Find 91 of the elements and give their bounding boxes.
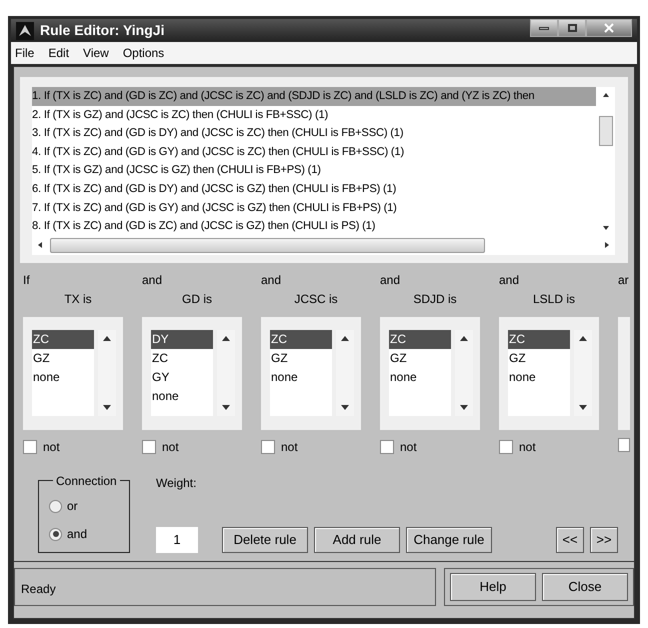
menu-item[interactable]: Edit [48, 44, 70, 62]
rule-item[interactable]: 1. If (TX is ZC) and (GD is ZC) and (JCSC is ZC) and (SDJD is ZC) and (LSLD is ZC) and (YZ is ZC) then [32, 87, 596, 106]
scroll-down-icon[interactable] [460, 404, 468, 410]
variable-label: SDJD is [413, 290, 457, 307]
list-option[interactable]: ZC [389, 330, 451, 349]
app-logo-icon [16, 22, 34, 40]
connector-label: If [23, 272, 30, 287]
scroll-up-icon[interactable] [602, 93, 608, 97]
connector-label: and [499, 272, 520, 287]
list-option[interactable]: ZC [508, 330, 570, 349]
scroll-up-icon[interactable] [222, 336, 230, 341]
checkbox-label: not [281, 438, 298, 456]
list-option[interactable]: GZ [270, 348, 332, 368]
rule-item[interactable]: 7. If (TX is ZC) and (GD is GY) and (JCSC is GZ) then (CHULI is FB+PS) (1) [32, 198, 596, 218]
list-option[interactable]: ZC [151, 348, 213, 368]
variable-label: TX is [64, 290, 92, 307]
checkbox-label: not [400, 438, 417, 456]
button[interactable]: Delete rule [222, 526, 308, 553]
button[interactable]: Change rule [406, 526, 492, 553]
weight-field[interactable]: 1 [156, 526, 198, 553]
list-option[interactable]: none [389, 368, 451, 387]
rule-item[interactable]: 3. If (TX is ZC) and (GD is DY) and (JCSC is ZC) then (CHULI is FB+SSC) (1) [32, 124, 596, 143]
scroll-down-icon[interactable] [103, 404, 111, 410]
connector-label: and [380, 272, 400, 287]
checkbox[interactable] [499, 440, 513, 454]
rule-item[interactable]: 2. If (TX is GZ) and (JCSC is ZC) then (CHULI is FB+SSC) (1) [32, 106, 596, 124]
list-option[interactable]: GZ [32, 348, 94, 368]
checkbox[interactable] [380, 440, 394, 454]
maximize-button[interactable] [558, 19, 586, 37]
button[interactable]: Add rule [314, 526, 400, 553]
variable-label: LSLD is [532, 290, 576, 307]
scrollbar[interactable] [98, 330, 116, 416]
checkbox[interactable] [618, 438, 630, 452]
weight-label: Weight: [156, 474, 198, 492]
radio-label: or [67, 498, 78, 516]
checkbox-label: not [519, 438, 536, 456]
connector-label: and [142, 272, 162, 287]
scroll-down-icon[interactable] [341, 404, 349, 410]
rule-item[interactable]: 4. If (TX is ZC) and (GD is GY) and (JCSC is ZC) then (CHULI is FB+SSC) (1) [32, 142, 596, 162]
checkbox[interactable] [142, 440, 156, 454]
rule-item[interactable]: 8. If (TX is ZC) and (GD is ZC) and (JCSC is GZ) then (CHULI is PS) (1) [32, 217, 596, 236]
button[interactable]: Help [450, 572, 536, 601]
menu-item[interactable]: File [15, 44, 34, 62]
list-option[interactable]: none [508, 368, 570, 387]
scrollbar[interactable] [336, 330, 354, 416]
checkbox-label: not [162, 438, 179, 456]
radio-button[interactable] [49, 500, 62, 513]
button[interactable]: << [556, 526, 584, 553]
scrollbar[interactable] [455, 330, 473, 416]
variable-label: JCSC is [294, 290, 338, 307]
scroll-down-icon[interactable] [602, 226, 608, 230]
radio-button[interactable] [49, 528, 62, 541]
scroll-up-icon[interactable] [460, 336, 468, 341]
checkbox[interactable] [23, 440, 37, 454]
scroll-down-icon[interactable] [222, 404, 230, 410]
list-option[interactable]: GZ [508, 348, 570, 368]
scroll-up-icon[interactable] [579, 336, 587, 341]
list-option[interactable]: GY [151, 368, 213, 387]
rule-item[interactable]: 6. If (TX is ZC) and (GD is DY) and (JCSC is GZ) then (CHULI is FB+PS) (1) [32, 180, 596, 199]
scroll-thumb[interactable] [50, 238, 485, 253]
list-option[interactable]: ZC [32, 330, 94, 349]
checkbox[interactable] [261, 440, 275, 454]
scrollbar[interactable] [217, 330, 235, 416]
variable-label: GD is [182, 290, 212, 307]
close-icon [604, 23, 614, 33]
checkbox-label: not [43, 438, 60, 456]
list-option[interactable]: ZC [270, 330, 332, 349]
button[interactable]: >> [590, 526, 618, 553]
list-option[interactable]: none [270, 368, 332, 387]
radio-label: and [67, 526, 88, 544]
connector-label: and [261, 272, 282, 287]
list-option[interactable]: GZ [389, 348, 451, 368]
window-title: Rule Editor: YingJi [40, 21, 164, 40]
scroll-left-icon[interactable] [38, 242, 42, 248]
scroll-up-icon[interactable] [341, 336, 349, 341]
scroll-down-icon[interactable] [579, 404, 587, 410]
scrollbar[interactable] [574, 330, 592, 416]
list-option[interactable]: none [151, 386, 213, 406]
scroll-right-icon[interactable] [605, 242, 609, 248]
status-text: Ready [21, 582, 56, 596]
rule-item[interactable]: 5. If (TX is GZ) and (JCSC is GZ) then (CHULI is FB+PS) (1) [32, 161, 596, 180]
button[interactable]: Close [542, 572, 628, 601]
menu-item[interactable]: View [83, 44, 109, 62]
minimize-button[interactable] [530, 19, 558, 37]
list-option[interactable]: DY [151, 330, 213, 349]
menu-item[interactable]: Options [122, 44, 164, 62]
connector-label: ar [618, 272, 630, 287]
list-option[interactable]: none [32, 368, 94, 387]
scroll-thumb[interactable] [598, 116, 612, 146]
close-button[interactable] [586, 19, 632, 37]
scroll-up-icon[interactable] [103, 336, 111, 341]
